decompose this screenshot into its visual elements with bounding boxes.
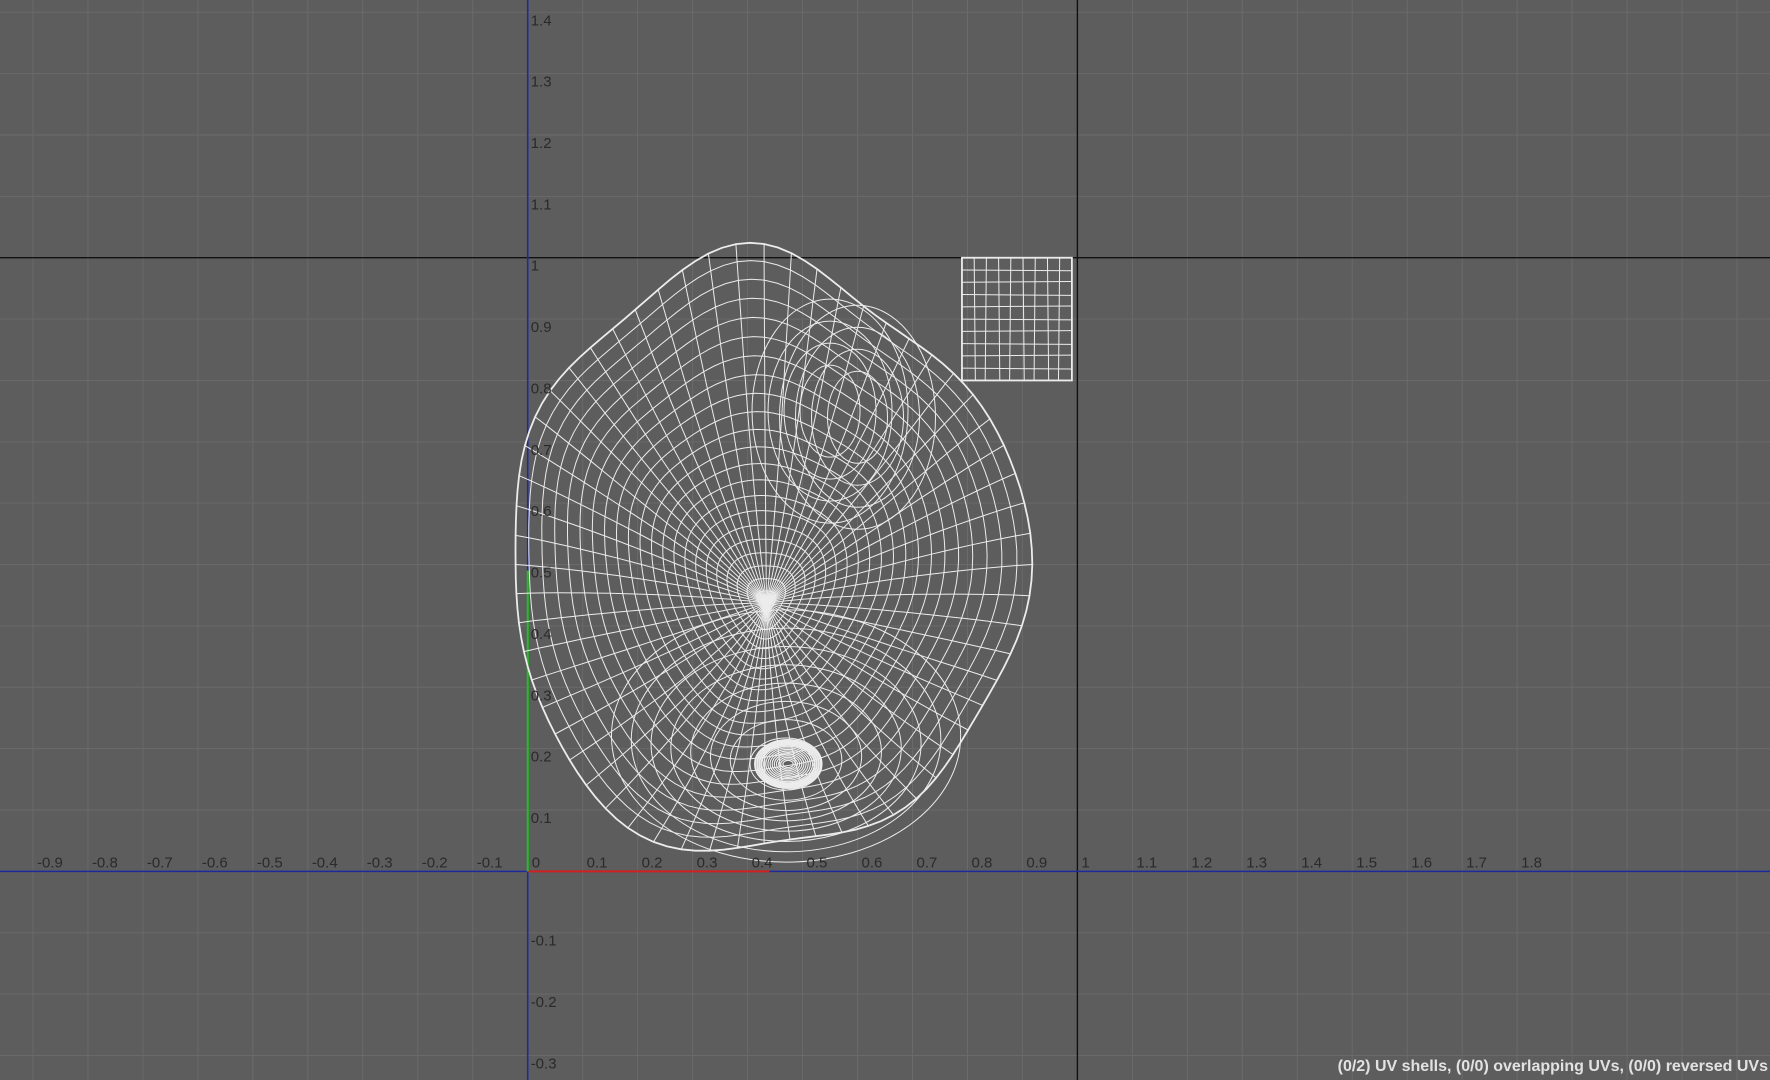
- v-tick-label: 0.1: [531, 810, 552, 827]
- uv-tick-labels: -0.9 -0.8 -0.7 -0.6 -0.5 -0.4 -0.3 -0.2 -0.1 0 0.1…: [37, 12, 1542, 1072]
- uv-square-row: [961, 367, 1072, 370]
- u-tick-label: -0.9: [37, 854, 63, 871]
- uv-tile-boundaries: [0, 0, 1770, 1080]
- u-tick-label: -0.4: [312, 854, 338, 871]
- u-tick-label: 1.8: [1521, 854, 1542, 871]
- u-tick-label: 0.7: [916, 854, 937, 871]
- u-tick-label: 0: [532, 854, 540, 871]
- u-tick-label: 0.8: [971, 854, 992, 871]
- uv-square-row: [961, 330, 1072, 332]
- uv-eye-loop: [799, 364, 861, 458]
- u-tick-label: 0.6: [862, 854, 883, 871]
- uv-square-row: [961, 269, 1072, 272]
- uv-square-row: [961, 294, 1072, 296]
- u-tick-label: 0.1: [587, 854, 608, 871]
- v-tick-label: 0.6: [531, 503, 552, 520]
- uv-pinch-loop: [782, 759, 794, 769]
- uv-edge-spoke: [766, 602, 869, 827]
- uv-eye-loop: [767, 320, 893, 502]
- uv-square-col: [1057, 257, 1061, 381]
- u-tick-label: 1.2: [1191, 854, 1212, 871]
- uv-shells: [514, 241, 1073, 863]
- v-tick-label: -0.2: [531, 994, 557, 1011]
- uv-axes: [0, 0, 1770, 1080]
- uv-editor-viewport[interactable]: -0.9 -0.8 -0.7 -0.6 -0.5 -0.4 -0.3 -0.2 -0.1 0 0.1…: [0, 0, 1770, 1080]
- u-tick-label: -0.7: [147, 854, 173, 871]
- u-tick-label: 0.3: [697, 854, 718, 871]
- u-tick-label: 1.5: [1356, 854, 1377, 871]
- uv-eye-loop: [783, 342, 877, 480]
- u-tick-label: 0.9: [1026, 854, 1047, 871]
- uv-edge-spoke: [766, 418, 991, 604]
- u-tick-label: 1.7: [1466, 854, 1487, 871]
- uv-shell-head: [514, 241, 1034, 863]
- u-tick-label: -0.6: [202, 854, 228, 871]
- uv-square-row: [961, 280, 1072, 283]
- u-tick-label: 1: [1081, 854, 1089, 871]
- v-tick-label: 0.2: [531, 749, 552, 766]
- u-tick-label: 1.3: [1246, 854, 1267, 871]
- uv-edge-spoke: [518, 602, 767, 624]
- v-tick-label: 1.4: [531, 12, 552, 29]
- v-tick-label: 0.7: [531, 442, 552, 459]
- uv-pinch-loop: [769, 750, 807, 778]
- u-tick-label: 1.6: [1411, 854, 1432, 871]
- uv-square-row: [961, 305, 1072, 308]
- uv-edge-spoke: [766, 287, 842, 604]
- uv-edge-spoke: [736, 602, 767, 848]
- v-tick-label: 0.4: [531, 626, 552, 643]
- uv-eye-loop: [751, 298, 909, 524]
- uv-square-col: [1046, 257, 1050, 381]
- v-tick-label: 0.5: [531, 565, 552, 582]
- u-tick-label: -0.5: [257, 854, 283, 871]
- v-tick-label: 1.1: [531, 196, 552, 213]
- u-tick-label: -0.1: [477, 854, 503, 871]
- uv-square-row: [961, 343, 1072, 345]
- uv-grid-lines: [0, 0, 1770, 1080]
- u-tick-label: 0.4: [752, 854, 773, 871]
- v-tick-label: 0.3: [531, 687, 552, 704]
- uv-edge-spoke: [763, 244, 767, 603]
- u-tick-label: 1.4: [1301, 854, 1322, 871]
- uv-square-row: [961, 354, 1072, 357]
- u-tick-label: 0.2: [642, 854, 663, 871]
- v-tick-label: 1.2: [531, 135, 552, 152]
- v-tick-label: -0.1: [531, 933, 557, 950]
- u-tick-label: -0.2: [422, 854, 448, 871]
- u-tick-label: 1.1: [1136, 854, 1157, 871]
- uv-square-col: [1033, 257, 1036, 381]
- v-tick-label: -0.3: [531, 1055, 557, 1072]
- uv-edge-spoke: [766, 602, 1022, 627]
- u-tick-label: 0.5: [807, 854, 828, 871]
- v-tick-label: 0.8: [531, 380, 552, 397]
- uv-edge-spoke: [568, 367, 767, 604]
- uv-grid-canvas[interactable]: -0.9 -0.8 -0.7 -0.6 -0.5 -0.4 -0.3 -0.2 -0.1 0 0.1…: [0, 0, 1770, 1080]
- uv-status-readout: (0/2) UV shells, (0/0) overlapping UVs, …: [1337, 1058, 1768, 1075]
- u-tick-label: -0.3: [367, 854, 393, 871]
- u-tick-label: -0.8: [92, 854, 118, 871]
- v-tick-label: 1: [531, 258, 539, 275]
- v-tick-label: 1.3: [531, 74, 552, 91]
- v-tick-label: 0.9: [531, 319, 552, 336]
